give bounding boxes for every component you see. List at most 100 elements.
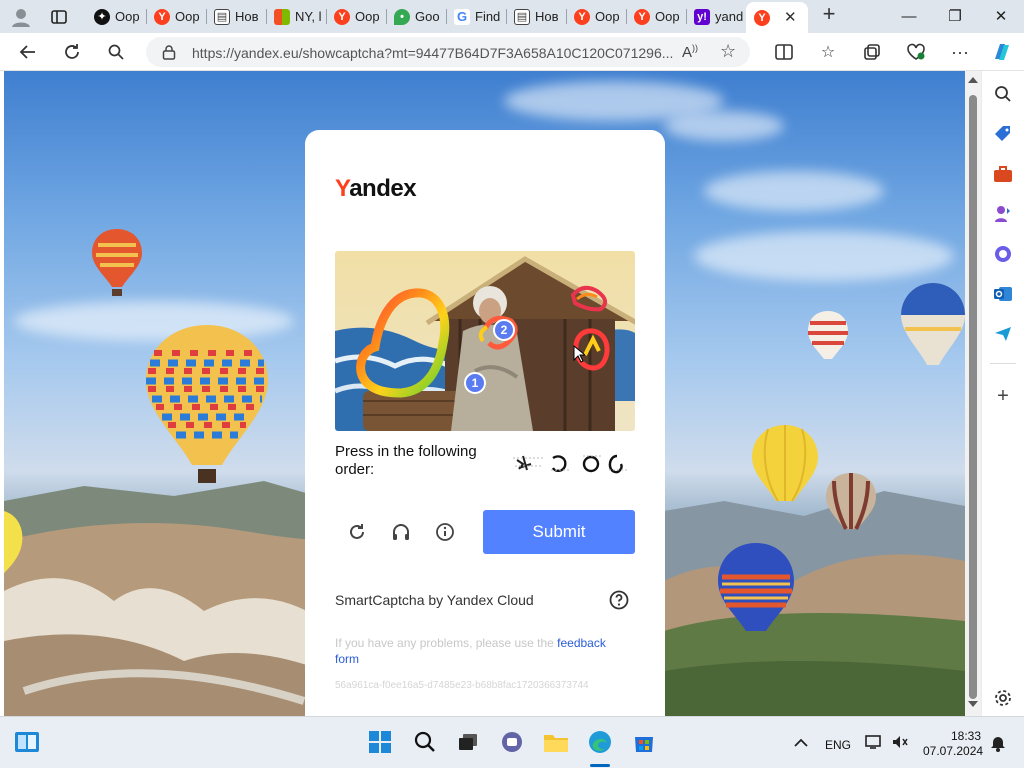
split-screen-icon[interactable] xyxy=(770,38,798,66)
info-button[interactable] xyxy=(433,520,457,544)
edge-browser-icon[interactable] xyxy=(587,729,613,755)
collections-icon[interactable] xyxy=(858,38,886,66)
maximize-button[interactable]: ❐ xyxy=(932,0,978,32)
yahoo-icon: y! xyxy=(694,8,710,25)
more-menu-icon[interactable]: ··· xyxy=(946,38,974,66)
teams-chat-icon[interactable] xyxy=(499,729,525,755)
audio-captcha-button[interactable] xyxy=(389,520,413,544)
hot-air-balloon xyxy=(4,511,23,573)
back-button[interactable] xyxy=(14,38,42,66)
widgets-icon[interactable] xyxy=(14,729,40,755)
scrollbar[interactable] xyxy=(965,71,981,716)
tab-11[interactable]: y! yand xyxy=(688,4,746,29)
refresh-captcha-button[interactable] xyxy=(345,520,369,544)
close-window-button[interactable]: ✕ xyxy=(978,0,1024,32)
tab-8[interactable]: ▤ Нов xyxy=(508,4,566,29)
task-view-icon[interactable] xyxy=(455,729,481,755)
file-explorer-icon[interactable] xyxy=(543,729,569,755)
clock-date: 07.07.2024 xyxy=(923,744,984,758)
microsoft-365-icon[interactable] xyxy=(992,243,1014,265)
hot-air-balloon xyxy=(92,229,142,296)
marker-number: 2 xyxy=(500,323,508,337)
read-aloud-icon[interactable]: A)) xyxy=(682,43,698,61)
notifications-bell-icon[interactable] xyxy=(990,734,1006,757)
favorite-star-icon[interactable]: ☆ xyxy=(720,41,736,62)
windows-taskbar: ENG 18:33 07.07.2024 xyxy=(0,716,1024,768)
tab-6[interactable]: • Goo xyxy=(388,4,446,29)
outlook-icon[interactable] xyxy=(992,283,1014,305)
tab-label: Oop xyxy=(115,9,140,24)
games-icon[interactable] xyxy=(992,203,1014,225)
copilot-icon[interactable] xyxy=(988,38,1016,66)
tab-9[interactable]: Y Oop xyxy=(568,4,626,29)
close-tab-icon[interactable]: ✕ xyxy=(784,8,797,26)
volume-muted-icon[interactable] xyxy=(892,735,908,754)
news-icon: ▤ xyxy=(214,8,230,25)
help-icon[interactable] xyxy=(609,590,629,610)
add-sidebar-app-icon[interactable]: + xyxy=(992,385,1014,407)
shopping-tag-icon[interactable] xyxy=(992,123,1014,145)
captcha-image[interactable]: 1 2 xyxy=(335,251,635,431)
browser-essentials-icon[interactable] xyxy=(902,38,930,66)
scroll-down-arrow[interactable] xyxy=(968,701,978,707)
tab-1[interactable]: ✦ Oop xyxy=(88,4,146,29)
request-id: 56a961ca-f0ee16a5-d7485e23-b68b8fac17203… xyxy=(335,680,589,691)
refresh-button[interactable] xyxy=(58,38,86,66)
tab-12-active[interactable]: Y ✕ xyxy=(746,2,808,33)
profile-icon[interactable] xyxy=(10,6,32,28)
url-text[interactable]: https://yandex.eu/showcaptcha?mt=94477B6… xyxy=(192,45,673,61)
task-instruction: Press in the following order: xyxy=(335,443,477,478)
search-icon[interactable] xyxy=(102,38,130,66)
new-tab-button[interactable]: + xyxy=(818,3,840,26)
show-hidden-icons-chevron-icon[interactable] xyxy=(794,735,808,753)
yandex-icon: Y xyxy=(634,8,650,25)
tab-10[interactable]: Y Oop xyxy=(628,4,686,29)
captcha-card: Yandex 1 2 Press in the following order:… xyxy=(305,130,665,716)
yandex-icon: Y xyxy=(334,8,350,25)
hot-air-balloon xyxy=(826,473,876,530)
chatgpt-icon: ✦ xyxy=(94,8,110,25)
click-marker-2[interactable]: 2 xyxy=(493,319,515,341)
input-language[interactable]: ENG xyxy=(825,738,851,752)
scroll-up-arrow[interactable] xyxy=(968,77,978,83)
tab-label: yand xyxy=(715,9,744,24)
tab-2[interactable]: Y Oop xyxy=(148,4,206,29)
tab-5[interactable]: Y Oop xyxy=(328,4,386,29)
submit-button[interactable]: Submit xyxy=(483,510,635,554)
microsoft-store-icon[interactable] xyxy=(631,729,657,755)
clock-time: 18:33 xyxy=(950,729,981,743)
mouse-cursor-icon xyxy=(573,344,587,368)
info-icon xyxy=(436,523,454,541)
tab-actions-icon[interactable] xyxy=(50,8,68,26)
hot-air-balloon xyxy=(808,311,848,359)
hot-air-balloon xyxy=(752,425,818,502)
captcha-picture xyxy=(335,251,635,431)
yandex-icon: Y xyxy=(154,8,170,25)
click-marker-1[interactable]: 1 xyxy=(464,372,486,394)
search-icon[interactable] xyxy=(992,83,1014,105)
tab-label: Goo xyxy=(415,9,440,24)
tab-7[interactable]: G Find xyxy=(448,4,506,29)
tab-3[interactable]: ▤ Нов xyxy=(208,4,266,29)
tab-label: Нов xyxy=(535,9,559,24)
minimize-button[interactable]: — xyxy=(886,0,932,32)
windows-start-icon[interactable] xyxy=(367,729,393,755)
lock-icon xyxy=(162,44,176,65)
tab-4[interactable]: NY, l xyxy=(268,4,326,29)
system-clock[interactable]: 18:33 07.07.2024 xyxy=(923,729,984,759)
taskbar-search-icon[interactable] xyxy=(412,729,438,755)
yandex-icon: Y xyxy=(574,8,590,25)
scrollbar-thumb[interactable] xyxy=(969,95,977,699)
tab-label: Oop xyxy=(355,9,380,24)
google-icon: G xyxy=(454,8,470,25)
smartcaptcha-brand: SmartCaptcha by Yandex Cloud xyxy=(335,592,534,608)
refresh-icon xyxy=(350,524,364,539)
favorites-icon[interactable]: ☆ xyxy=(814,38,842,66)
microsoft-icon xyxy=(274,8,290,25)
address-bar[interactable]: https://yandex.eu/showcaptcha?mt=94477B6… xyxy=(146,37,750,67)
edge-sidebar: + xyxy=(981,71,1024,716)
network-icon[interactable] xyxy=(865,734,883,755)
send-icon[interactable] xyxy=(992,323,1014,345)
tools-briefcase-icon[interactable] xyxy=(992,163,1014,185)
sidebar-settings-icon[interactable] xyxy=(992,687,1014,709)
